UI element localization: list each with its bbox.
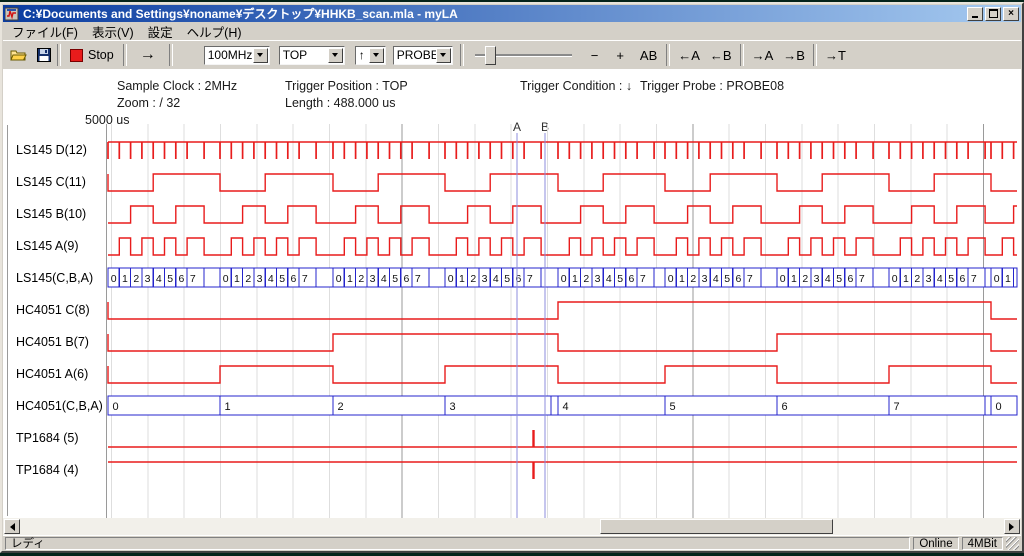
window-title: C:¥Documents and Settings¥noname¥デスクトップ¥… (23, 5, 965, 22)
dropdown-button[interactable] (328, 48, 343, 63)
close-button[interactable]: × (1003, 7, 1019, 21)
slider-handle[interactable] (485, 46, 496, 65)
minimize-icon (972, 16, 978, 18)
forward-cursor-b-button[interactable]: →B (778, 48, 810, 63)
app-window: C:¥Documents and Settings¥noname¥デスクトップ¥… (0, 2, 1024, 553)
sample-clock-info: Sample Clock : 2MHz (117, 79, 237, 93)
time-scale-label: 5000 us (85, 113, 129, 127)
toolbar-separator (123, 44, 127, 66)
channel-label-tp1684-4: TP1684 (4) (16, 460, 79, 480)
chevron-down-icon (257, 53, 263, 60)
channel-label-ls145-b-10: LS145 B(10) (16, 204, 86, 224)
run-button[interactable]: → (130, 46, 166, 64)
goto-trigger-button[interactable]: →T (820, 48, 851, 63)
length-info: Length : 488.000 us (285, 96, 396, 110)
trigger-edge-value: ↑ (356, 48, 369, 62)
arrow-left-icon (6, 523, 15, 531)
zoom-info: Zoom : / 32 (117, 96, 180, 110)
status-bar: レディ Online 4MBit (3, 535, 1021, 551)
scrollbar-thumb[interactable] (600, 519, 833, 534)
channel-label-hc4051-b-7: HC4051 B(7) (16, 332, 89, 352)
dropdown-button[interactable] (253, 48, 268, 63)
toolbar-separator (666, 44, 670, 66)
open-folder-icon (10, 48, 27, 62)
stop-button[interactable]: Stop (64, 46, 120, 64)
horizontal-scrollbar[interactable] (3, 518, 1021, 535)
maximize-button[interactable] (985, 7, 1001, 21)
menu-item-settings[interactable]: 設定 (141, 21, 180, 42)
channel-label-ls145-a-9: LS145 A(9) (16, 236, 79, 256)
app-icon (5, 7, 19, 21)
channel-label-tp1684-5: TP1684 (5) (16, 428, 79, 448)
zoom-out-button[interactable]: − (586, 48, 604, 63)
menu-item-file[interactable]: ファイル(F) (5, 21, 85, 42)
zoom-in-button[interactable]: + (611, 48, 629, 63)
save-button[interactable] (34, 45, 54, 65)
chevron-down-icon (332, 53, 338, 60)
menu-item-view[interactable]: 表示(V) (85, 21, 141, 42)
maximize-icon (989, 9, 998, 18)
toolbar-separator (460, 44, 464, 66)
goto-cursor-b-button[interactable]: ←B (705, 48, 737, 63)
sample-clock-value: 100MHz (205, 48, 253, 62)
trigger-position-value: TOP (280, 48, 328, 62)
toolbar-separator (169, 44, 173, 66)
stop-icon (70, 49, 83, 62)
trigger-probe-info: Trigger Probe : PROBE08 (640, 79, 784, 93)
ab-button[interactable]: AB (635, 48, 662, 63)
cursor-a-label[interactable]: A (510, 120, 524, 134)
channel-label-ls145-d-12: LS145 D(12) (16, 140, 87, 160)
zoom-slider[interactable] (475, 45, 572, 65)
floppy-disk-icon (37, 48, 51, 62)
toolbar-separator (57, 44, 61, 66)
online-status-badge: Online (913, 537, 958, 550)
dropdown-button[interactable] (369, 48, 384, 63)
goto-cursor-a-button[interactable]: ←A (673, 48, 705, 63)
channel-label-ls145-c-b-a: LS145(C,B,A) (16, 268, 93, 288)
arrow-right-icon (1009, 523, 1018, 531)
cursor-b-label[interactable]: B (538, 120, 552, 134)
channel-label-hc4051-c-b-a: HC4051(C,B,A) (16, 396, 103, 416)
chevron-down-icon (440, 53, 446, 60)
channel-label-hc4051-c-8: HC4051 C(8) (16, 300, 90, 320)
trigger-position-info: Trigger Position : TOP (285, 79, 408, 93)
stop-label: Stop (88, 48, 114, 62)
waveform-pane: Sample Clock : 2MHz Trigger Position : T… (3, 69, 1021, 518)
status-message: レディ (5, 537, 910, 550)
toolbar-separator (740, 44, 744, 66)
trigger-position-combo[interactable]: TOP (279, 46, 345, 65)
trigger-edge-combo[interactable]: ↑ (355, 46, 386, 65)
dropdown-button[interactable] (436, 48, 451, 63)
minimize-button[interactable] (967, 7, 983, 21)
scroll-right-button[interactable] (1004, 519, 1020, 534)
scroll-left-button[interactable] (4, 519, 20, 534)
close-icon: × (1008, 8, 1014, 19)
resize-grip[interactable] (1006, 537, 1019, 550)
memory-size-badge: 4MBit (962, 537, 1003, 550)
trigger-condition-info: Trigger Condition : ↓ (520, 79, 632, 93)
forward-cursor-a-button[interactable]: →A (747, 48, 779, 63)
toolbar: Stop → 100MHz TOP ↑ PROBE00 − + AB ←A (3, 40, 1021, 70)
toolbar-separator (813, 44, 817, 66)
pane-splitter[interactable] (7, 125, 11, 516)
open-file-button[interactable] (8, 45, 28, 65)
menu-bar: ファイル(F) 表示(V) 設定 ヘルプ(H) (3, 22, 1021, 40)
title-bar[interactable]: C:¥Documents and Settings¥noname¥デスクトップ¥… (3, 5, 1021, 22)
channel-label-ls145-c-11: LS145 C(11) (16, 172, 86, 192)
sample-clock-combo[interactable]: 100MHz (204, 46, 270, 65)
chevron-down-icon (373, 53, 379, 60)
trigger-probe-combo[interactable]: PROBE00 (393, 46, 453, 65)
desktop: { "window": { "title": "C:¥Documents and… (0, 0, 1024, 556)
menu-item-help[interactable]: ヘルプ(H) (180, 21, 249, 42)
trigger-probe-value: PROBE00 (394, 48, 436, 62)
channel-label-hc4051-a-6: HC4051 A(6) (16, 364, 88, 384)
